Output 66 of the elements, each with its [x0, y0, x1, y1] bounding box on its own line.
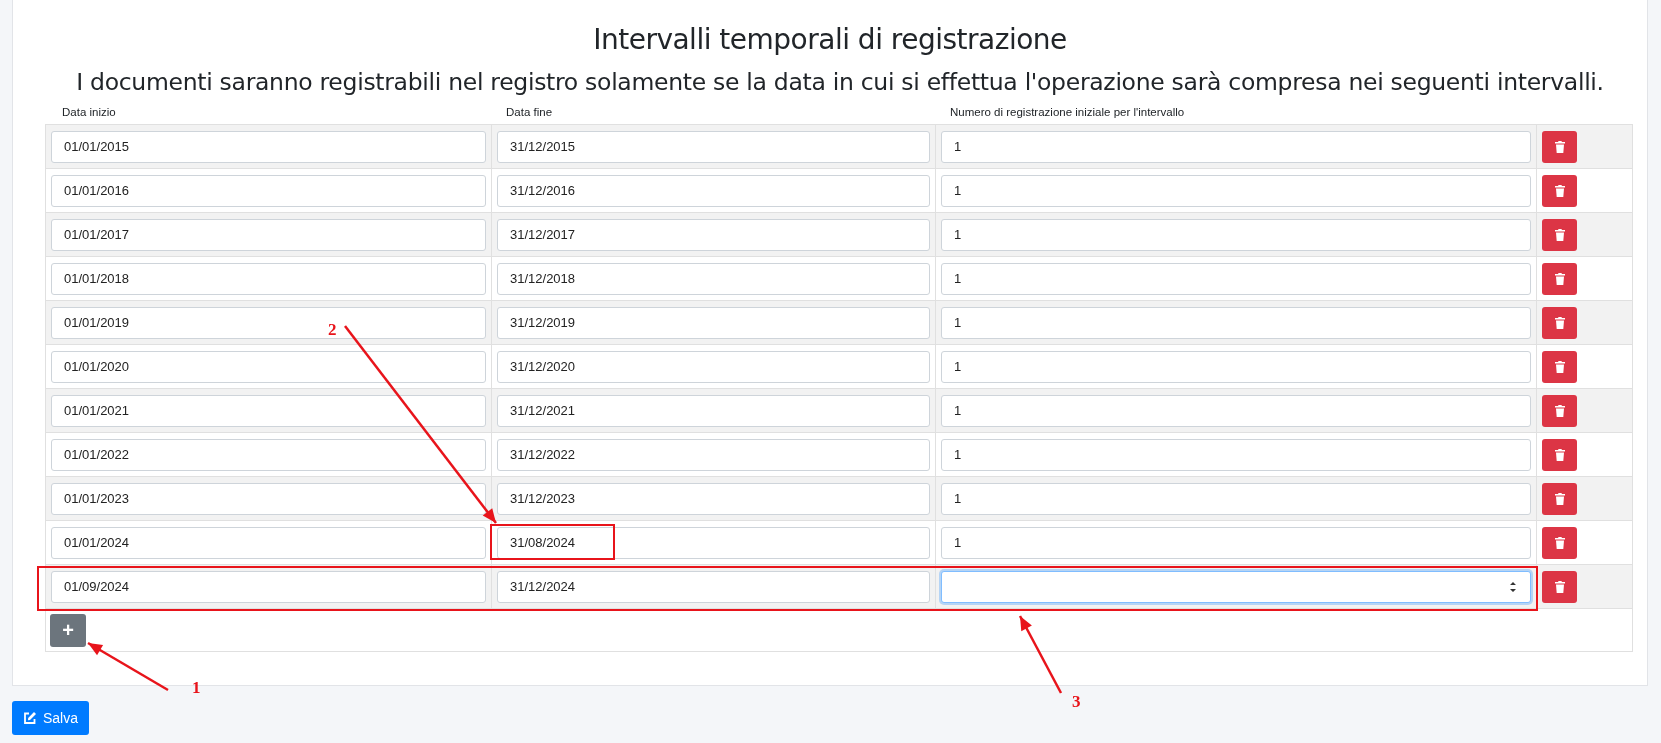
trash-icon: [1553, 271, 1566, 286]
end-date-field[interactable]: 31/08/2024: [497, 526, 930, 559]
end-date-field[interactable]: 31/12/2021: [497, 394, 930, 427]
end-date-field[interactable]: 31/12/2019: [497, 306, 930, 339]
end-date-field[interactable]: 31/12/2024: [497, 570, 930, 603]
number-field[interactable]: 1: [941, 130, 1531, 163]
delete-button[interactable]: [1542, 438, 1577, 471]
save-button[interactable]: Salva: [12, 701, 90, 735]
column-header: Numero di registrazione iniziale per l'intervallo: [949, 106, 1185, 118]
end-date-field[interactable]: 31/12/2020: [497, 350, 930, 383]
start-date-field[interactable]: 01/01/2023: [51, 482, 486, 515]
start-date-field[interactable]: 01/01/2018: [51, 262, 486, 295]
end-date-field[interactable]: 31/12/2016: [497, 174, 930, 207]
trash-icon: [1553, 535, 1566, 550]
delete-button[interactable]: [1542, 130, 1577, 163]
add-button[interactable]: +: [50, 613, 86, 647]
end-date-field[interactable]: 31/12/2023: [497, 482, 930, 515]
delete-button[interactable]: [1542, 306, 1577, 339]
trash-icon: [1553, 139, 1566, 154]
page-title: Intervalli temporali di registrazione: [592, 22, 1068, 58]
trash-icon: [1553, 491, 1566, 506]
start-date-field[interactable]: 01/01/2020: [51, 350, 486, 383]
number-field[interactable]: 1: [941, 174, 1531, 207]
end-date-field[interactable]: 31/12/2017: [497, 218, 930, 251]
number-field[interactable]: 1: [941, 438, 1531, 471]
spinner-icon[interactable]: [1508, 579, 1518, 594]
edit-icon: [23, 711, 37, 725]
delete-button[interactable]: [1542, 262, 1577, 295]
delete-button[interactable]: [1542, 350, 1577, 383]
delete-button[interactable]: [1542, 570, 1577, 603]
page-subtitle: I documenti saranno registrabili nel registro solamente se la data in cui si effettua l'operazione sarà compresa nei seguenti intervalli.: [75, 67, 1605, 98]
start-date-field[interactable]: 01/01/2022: [51, 438, 486, 471]
start-date-field[interactable]: 01/01/2021: [51, 394, 486, 427]
number-field[interactable]: 1: [941, 394, 1531, 427]
annotation-number: 2: [328, 320, 337, 339]
end-date-field[interactable]: 31/12/2015: [497, 130, 930, 163]
delete-button[interactable]: [1542, 394, 1577, 427]
start-date-field[interactable]: 01/01/2016: [51, 174, 486, 207]
number-field[interactable]: 1: [941, 482, 1531, 515]
number-field[interactable]: 1: [941, 526, 1531, 559]
delete-button[interactable]: [1542, 218, 1577, 251]
annotation-number: 3: [1072, 692, 1081, 711]
delete-button[interactable]: [1542, 174, 1577, 207]
number-field[interactable]: 1: [941, 218, 1531, 251]
trash-icon: [1553, 227, 1566, 242]
end-date-field[interactable]: 31/12/2018: [497, 262, 930, 295]
trash-icon: [1553, 359, 1566, 374]
start-date-field[interactable]: 01/01/2024: [51, 526, 486, 559]
delete-button[interactable]: [1542, 526, 1577, 559]
start-date-field[interactable]: 01/01/2015: [51, 130, 486, 163]
trash-icon: [1553, 403, 1566, 418]
delete-button[interactable]: [1542, 482, 1577, 515]
column-header: Data inizio: [61, 106, 117, 118]
number-field[interactable]: 1: [941, 306, 1531, 339]
trash-icon: [1553, 447, 1566, 462]
trash-icon: [1553, 579, 1566, 594]
start-date-field[interactable]: 01/09/2024: [51, 570, 486, 603]
number-field[interactable]: 1: [941, 262, 1531, 295]
number-field[interactable]: 1: [941, 350, 1531, 383]
column-header: Data fine: [505, 106, 554, 118]
trash-icon: [1553, 183, 1566, 198]
end-date-field[interactable]: 31/12/2022: [497, 438, 930, 471]
start-date-field[interactable]: 01/01/2017: [51, 218, 486, 251]
trash-icon: [1553, 315, 1566, 330]
number-field[interactable]: [941, 570, 1531, 603]
annotation-number: 1: [192, 678, 201, 697]
